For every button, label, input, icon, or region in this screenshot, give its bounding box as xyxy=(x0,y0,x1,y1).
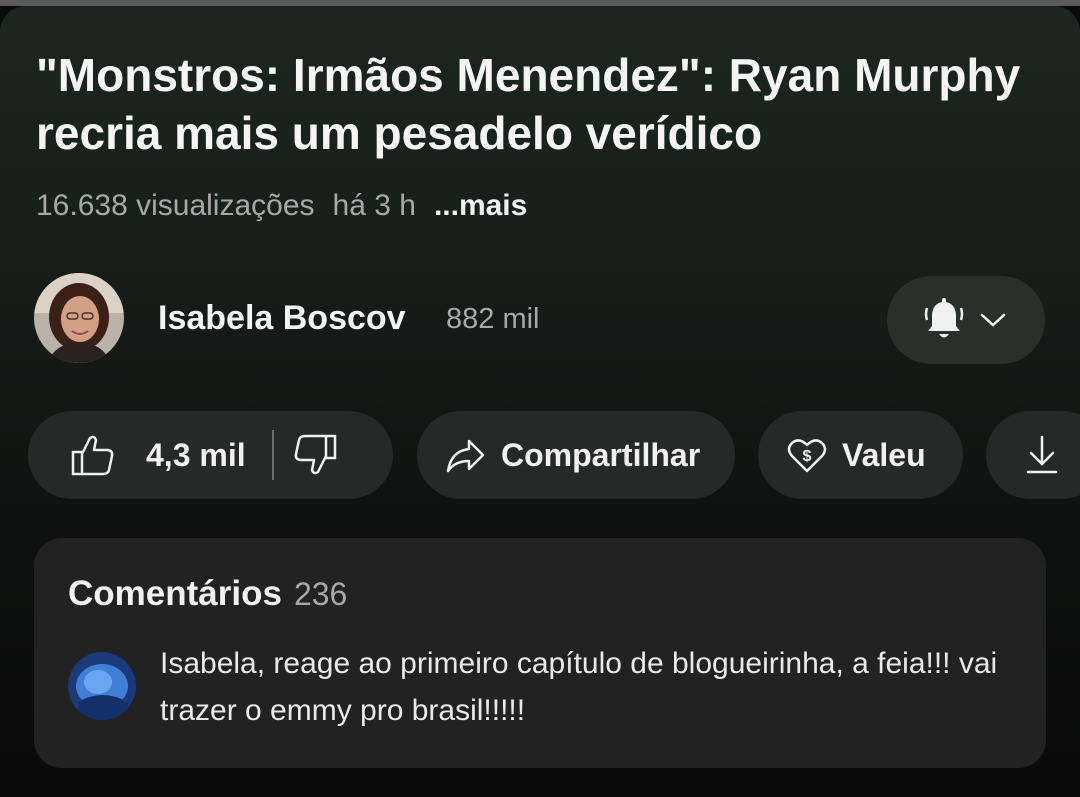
channel-name[interactable]: Isabela Boscov xyxy=(158,299,406,338)
download-button[interactable] xyxy=(986,411,1080,499)
top-comment-text: Isabela, reage ao primeiro capítulo de b… xyxy=(160,647,998,727)
share-button[interactable]: Compartilhar xyxy=(417,411,735,499)
commenter-avatar xyxy=(68,652,136,720)
video-title: "Monstros: Irmãos Menendez": Ryan Murphy… xyxy=(36,49,1021,159)
channel-avatar[interactable] xyxy=(34,273,124,363)
commenter-avatar-image xyxy=(68,652,136,720)
subscriber-count: 882 mil xyxy=(446,303,540,335)
comments-header: Comentários 236 xyxy=(68,574,347,614)
like-divider xyxy=(271,430,274,480)
like-count: 4,3 mil xyxy=(146,436,246,473)
heart-dollar-icon: $ xyxy=(787,439,827,473)
view-count: 16.638 visualizações xyxy=(36,189,315,222)
thumbs-up-icon xyxy=(71,435,114,476)
thumbs-down-icon xyxy=(294,434,336,475)
bell-icon xyxy=(924,298,964,338)
channel-avatar-photo xyxy=(34,273,124,363)
upload-age: há 3 h xyxy=(332,189,416,222)
comments-section[interactable]: Comentários 236 Isabela, reage ao primei… xyxy=(34,538,1046,768)
chevron-down-icon xyxy=(980,313,1006,327)
share-label: Compartilhar xyxy=(501,436,701,473)
more-link[interactable]: ...mais xyxy=(434,189,527,223)
like-dislike-group: 4,3 mil xyxy=(28,411,393,499)
comments-count: 236 xyxy=(293,576,348,612)
dislike-button[interactable] xyxy=(292,432,338,478)
comments-heading: Comentários xyxy=(68,574,282,613)
thanks-label: Valeu xyxy=(842,436,926,473)
like-button[interactable]: 4,3 mil xyxy=(70,432,246,478)
video-meta[interactable]: 16.638 visualizações há 3 h ...mais xyxy=(36,186,527,226)
svg-text:$: $ xyxy=(803,448,812,465)
share-arrow-icon xyxy=(446,439,485,473)
download-icon xyxy=(1026,435,1058,474)
notification-bell-button[interactable] xyxy=(887,276,1045,364)
thanks-button[interactable]: $ Valeu xyxy=(758,411,963,499)
